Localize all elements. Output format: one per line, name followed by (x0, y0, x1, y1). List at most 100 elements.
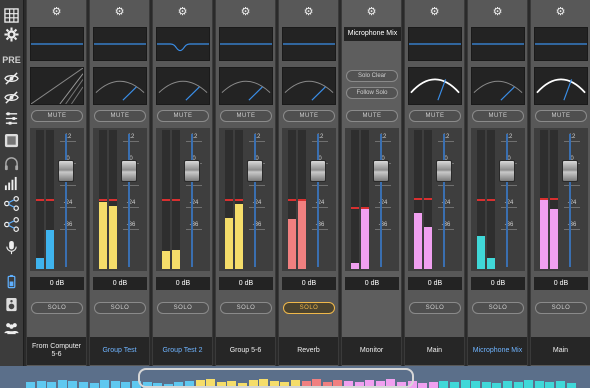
fader-track[interactable] (254, 134, 256, 267)
dynamics-display[interactable] (219, 67, 273, 105)
eq-curve-display[interactable] (156, 27, 210, 61)
fader-handle[interactable] (373, 160, 389, 182)
solo-button[interactable]: SOLO (472, 302, 524, 314)
eq-curve-display[interactable] (30, 27, 84, 61)
channel-name[interactable]: Group Test (90, 337, 149, 365)
dynamics-display[interactable] (471, 67, 525, 105)
channel-name[interactable]: Microphone Mix (468, 337, 527, 365)
dynamics-display[interactable] (282, 67, 336, 105)
fader-track[interactable] (191, 134, 193, 267)
monitor-mix-title[interactable]: Microphone Mix (344, 27, 401, 41)
channel-name[interactable]: Group Test 2 (153, 337, 212, 365)
eq-curve-display[interactable] (93, 27, 147, 61)
settings-gear-icon[interactable]: ⚙ (405, 5, 464, 18)
pre-button[interactable]: PRE (2, 50, 21, 69)
group-icon[interactable] (2, 318, 21, 337)
gain-readout[interactable]: 0 dB (471, 277, 525, 290)
fader-handle[interactable] (58, 160, 74, 182)
fader-handle[interactable] (184, 160, 200, 182)
mute-button[interactable]: MUTE (31, 110, 83, 122)
dynamics-display[interactable] (534, 67, 588, 105)
channel-name[interactable]: Monitor (342, 337, 401, 365)
list-icon[interactable] (2, 109, 21, 128)
solo-button[interactable]: SOLO (283, 302, 335, 314)
overview-meter-bar (68, 381, 78, 388)
gain-readout[interactable]: 0 dB (408, 277, 462, 290)
channel-name[interactable]: Main (531, 337, 590, 365)
eq-curve-display[interactable] (408, 27, 462, 61)
gain-readout[interactable]: 0 dB (282, 277, 336, 290)
mute-button[interactable]: MUTE (535, 110, 587, 122)
routing-icon[interactable] (2, 194, 21, 213)
gain-readout[interactable]: 0 dB (534, 277, 588, 290)
fader-track[interactable] (443, 134, 445, 267)
eq-curve-display[interactable] (471, 27, 525, 61)
settings-gear-icon[interactable]: ⚙ (279, 5, 338, 18)
mic-icon[interactable] (2, 238, 21, 257)
mute-button[interactable]: MUTE (472, 110, 524, 122)
solo-clear-button[interactable]: Solo Clear (346, 70, 398, 82)
channel-name[interactable]: Main (405, 337, 464, 365)
channel-name[interactable]: Reverb (279, 337, 338, 365)
settings-gear-icon[interactable]: ⚙ (27, 5, 86, 18)
fader-handle[interactable] (499, 160, 515, 182)
gear-icon[interactable] (2, 25, 21, 44)
mute-button[interactable]: MUTE (94, 110, 146, 122)
mute-button[interactable]: MUTE (157, 110, 209, 122)
fader-track[interactable] (506, 134, 508, 267)
levels-icon[interactable] (2, 174, 21, 193)
battery-icon[interactable] (2, 272, 21, 291)
headphones-icon[interactable] (2, 154, 21, 173)
solo-button[interactable]: SOLO (535, 302, 587, 314)
fader-handle[interactable] (436, 160, 452, 182)
settings-gear-icon[interactable]: ⚙ (531, 5, 590, 18)
fader-track[interactable] (569, 134, 571, 267)
fader-handle[interactable] (562, 160, 578, 182)
square-icon[interactable] (2, 131, 21, 150)
solo-button[interactable]: SOLO (94, 302, 146, 314)
fader-track[interactable] (65, 134, 67, 267)
gain-readout[interactable]: 0 dB (30, 277, 84, 290)
solo-button[interactable]: SOLO (409, 302, 461, 314)
settings-gear-icon[interactable]: ⚙ (468, 5, 527, 18)
dynamics-display[interactable] (408, 67, 462, 105)
fader-track[interactable] (128, 134, 130, 267)
gain-readout[interactable]: 0 dB (156, 277, 210, 290)
settings-gear-icon[interactable]: ⚙ (342, 5, 401, 18)
channel-name[interactable]: Group 5-6 (216, 337, 275, 365)
solo-button[interactable]: SOLO (31, 302, 83, 314)
mute-button[interactable]: MUTE (409, 110, 461, 122)
settings-gear-icon[interactable]: ⚙ (216, 5, 275, 18)
eq-curve-display[interactable] (282, 27, 336, 61)
mute-button[interactable]: MUTE (346, 110, 398, 122)
fader-handle[interactable] (247, 160, 263, 182)
fader-track[interactable] (380, 134, 382, 267)
gain-readout[interactable]: 0 dB (93, 277, 147, 290)
mute-button[interactable]: MUTE (283, 110, 335, 122)
speaker-icon[interactable] (2, 295, 21, 314)
peak-marker (99, 198, 107, 201)
grid-icon[interactable] (2, 6, 21, 25)
eye-off-icon[interactable] (2, 88, 21, 107)
mute-button[interactable]: MUTE (220, 110, 272, 122)
follow-solo-button[interactable]: Follow Solo (346, 87, 398, 99)
dynamics-display[interactable] (93, 67, 147, 105)
solo-button[interactable]: SOLO (220, 302, 272, 314)
fader-scale: 120-12-24-36 (564, 130, 580, 269)
overview-viewport-handle[interactable] (138, 368, 414, 388)
fader-track[interactable] (317, 134, 319, 267)
settings-gear-icon[interactable]: ⚙ (153, 5, 212, 18)
eye-off-icon[interactable] (2, 69, 21, 88)
channel-name[interactable]: From Computer 5-6 (27, 337, 86, 365)
gain-readout[interactable]: 0 dB (345, 277, 399, 290)
gain-readout[interactable]: 0 dB (219, 277, 273, 290)
fader-handle[interactable] (310, 160, 326, 182)
settings-gear-icon[interactable]: ⚙ (90, 5, 149, 18)
routing-icon[interactable] (2, 215, 21, 234)
solo-button[interactable]: SOLO (157, 302, 209, 314)
fader-handle[interactable] (121, 160, 137, 182)
eq-curve-display[interactable] (219, 27, 273, 61)
eq-curve-display[interactable] (534, 27, 588, 61)
dynamics-display[interactable] (156, 67, 210, 105)
dynamics-display[interactable] (30, 67, 84, 105)
